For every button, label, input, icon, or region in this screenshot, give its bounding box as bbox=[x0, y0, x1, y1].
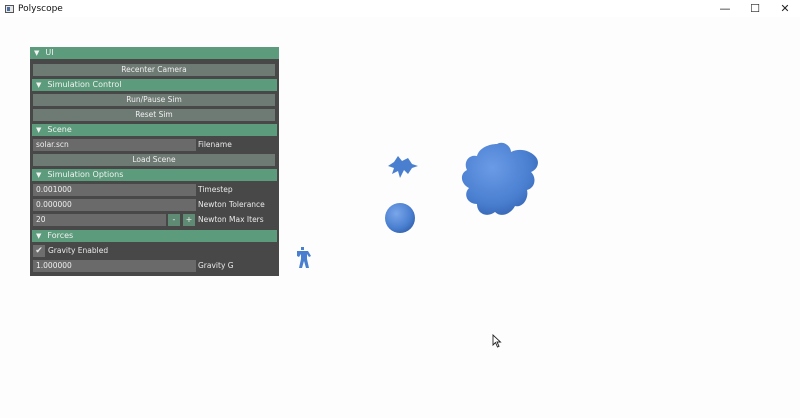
gravity-g-input[interactable]: 1.000000 bbox=[33, 260, 196, 272]
scene-label: Scene bbox=[47, 125, 72, 134]
checkmark-icon: ✔ bbox=[35, 246, 43, 256]
minimize-button[interactable]: — bbox=[710, 0, 740, 17]
simulation-control-label: Simulation Control bbox=[47, 80, 122, 89]
timestep-label: Timestep bbox=[198, 185, 233, 194]
window-title: Polyscope bbox=[18, 3, 63, 14]
newton-max-iters-input[interactable]: 20 bbox=[33, 214, 166, 226]
collapse-arrow-icon: ▼ bbox=[36, 171, 42, 179]
simulation-options-label: Simulation Options bbox=[47, 170, 124, 179]
reset-sim-button[interactable]: Reset Sim bbox=[33, 109, 275, 121]
decrement-button[interactable]: - bbox=[168, 214, 180, 226]
ui-panel: ▼ UI Recenter Camera ▼ Simulation Control … bbox=[30, 47, 279, 276]
gravity-enabled-checkbox[interactable]: ✔ bbox=[33, 245, 45, 257]
timestep-input[interactable]: 0.001000 bbox=[33, 184, 196, 196]
collapse-arrow-icon: ▼ bbox=[36, 81, 42, 89]
spiky-blob-mesh[interactable] bbox=[455, 138, 543, 220]
window-titlebar: Polyscope — ☐ ✕ bbox=[0, 0, 800, 17]
simulation-options-header[interactable]: ▼ Simulation Options bbox=[32, 169, 277, 181]
creature-mesh[interactable] bbox=[382, 152, 420, 182]
run-pause-sim-button[interactable]: Run/Pause Sim bbox=[33, 94, 275, 106]
collapse-arrow-icon: ▼ bbox=[36, 126, 42, 134]
minimize-icon: — bbox=[719, 2, 731, 15]
forces-header[interactable]: ▼ Forces bbox=[32, 230, 277, 242]
load-scene-button[interactable]: Load Scene bbox=[33, 154, 275, 166]
mouse-cursor-icon bbox=[492, 334, 502, 348]
newton-tolerance-label: Newton Tolerance bbox=[198, 200, 265, 209]
increment-button[interactable]: + bbox=[183, 214, 195, 226]
simulation-control-header[interactable]: ▼ Simulation Control bbox=[32, 79, 277, 91]
ui-header[interactable]: ▼ UI bbox=[30, 47, 279, 59]
humanoid-mesh[interactable] bbox=[292, 246, 312, 270]
scene-header[interactable]: ▼ Scene bbox=[32, 124, 277, 136]
recenter-camera-button[interactable]: Recenter Camera bbox=[33, 64, 275, 76]
app-icon bbox=[5, 4, 14, 13]
filename-label: Filename bbox=[198, 140, 232, 149]
window-controls: — ☐ ✕ bbox=[710, 0, 800, 17]
filename-input[interactable]: solar.scn bbox=[33, 139, 196, 151]
close-button[interactable]: ✕ bbox=[770, 0, 800, 17]
close-icon: ✕ bbox=[780, 2, 790, 15]
forces-label: Forces bbox=[47, 231, 74, 240]
newton-tolerance-input[interactable]: 0.000000 bbox=[33, 199, 196, 211]
collapse-arrow-icon: ▼ bbox=[34, 49, 40, 57]
newton-max-iters-label: Newton Max Iters bbox=[198, 215, 264, 224]
maximize-button[interactable]: ☐ bbox=[740, 0, 770, 17]
sphere-mesh[interactable] bbox=[384, 202, 416, 234]
ui-header-label: UI bbox=[45, 48, 54, 57]
gravity-enabled-label: Gravity Enabled bbox=[48, 246, 109, 255]
maximize-icon: ☐ bbox=[750, 2, 760, 15]
gravity-g-label: Gravity G bbox=[198, 261, 234, 270]
collapse-arrow-icon: ▼ bbox=[36, 232, 42, 240]
